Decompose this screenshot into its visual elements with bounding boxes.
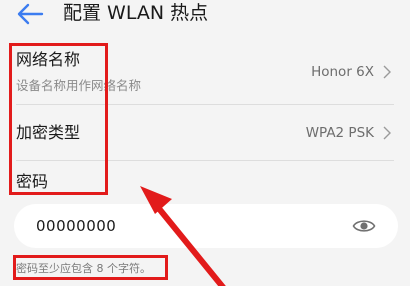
network-name-value: Honor 6X xyxy=(311,64,374,80)
back-arrow-icon[interactable] xyxy=(16,2,44,26)
network-name-label: 网络名称 xyxy=(16,50,81,69)
eye-icon[interactable] xyxy=(352,216,376,236)
chevron-right-icon xyxy=(383,65,391,79)
network-name-sublabel: 设备名称用作网络名称 xyxy=(16,78,142,93)
encryption-type-value: WPA2 PSK xyxy=(305,125,374,141)
password-value[interactable]: 00000000 xyxy=(36,216,116,236)
chevron-right-icon xyxy=(383,126,391,140)
password-label: 密码 xyxy=(16,172,49,191)
divider xyxy=(16,160,394,161)
password-field[interactable]: 00000000 xyxy=(14,204,398,248)
password-hint: 密码至少应包含 8 个字符。 xyxy=(16,262,151,275)
encryption-type-label: 加密类型 xyxy=(16,123,81,142)
page-title: 配置 WLAN 热点 xyxy=(63,2,209,24)
network-name-row[interactable]: 网络名称 设备名称用作网络名称 Honor 6X xyxy=(0,34,410,104)
title-bar: 配置 WLAN 热点 xyxy=(0,0,410,34)
encryption-type-row[interactable]: 加密类型 WPA2 PSK xyxy=(0,105,410,160)
